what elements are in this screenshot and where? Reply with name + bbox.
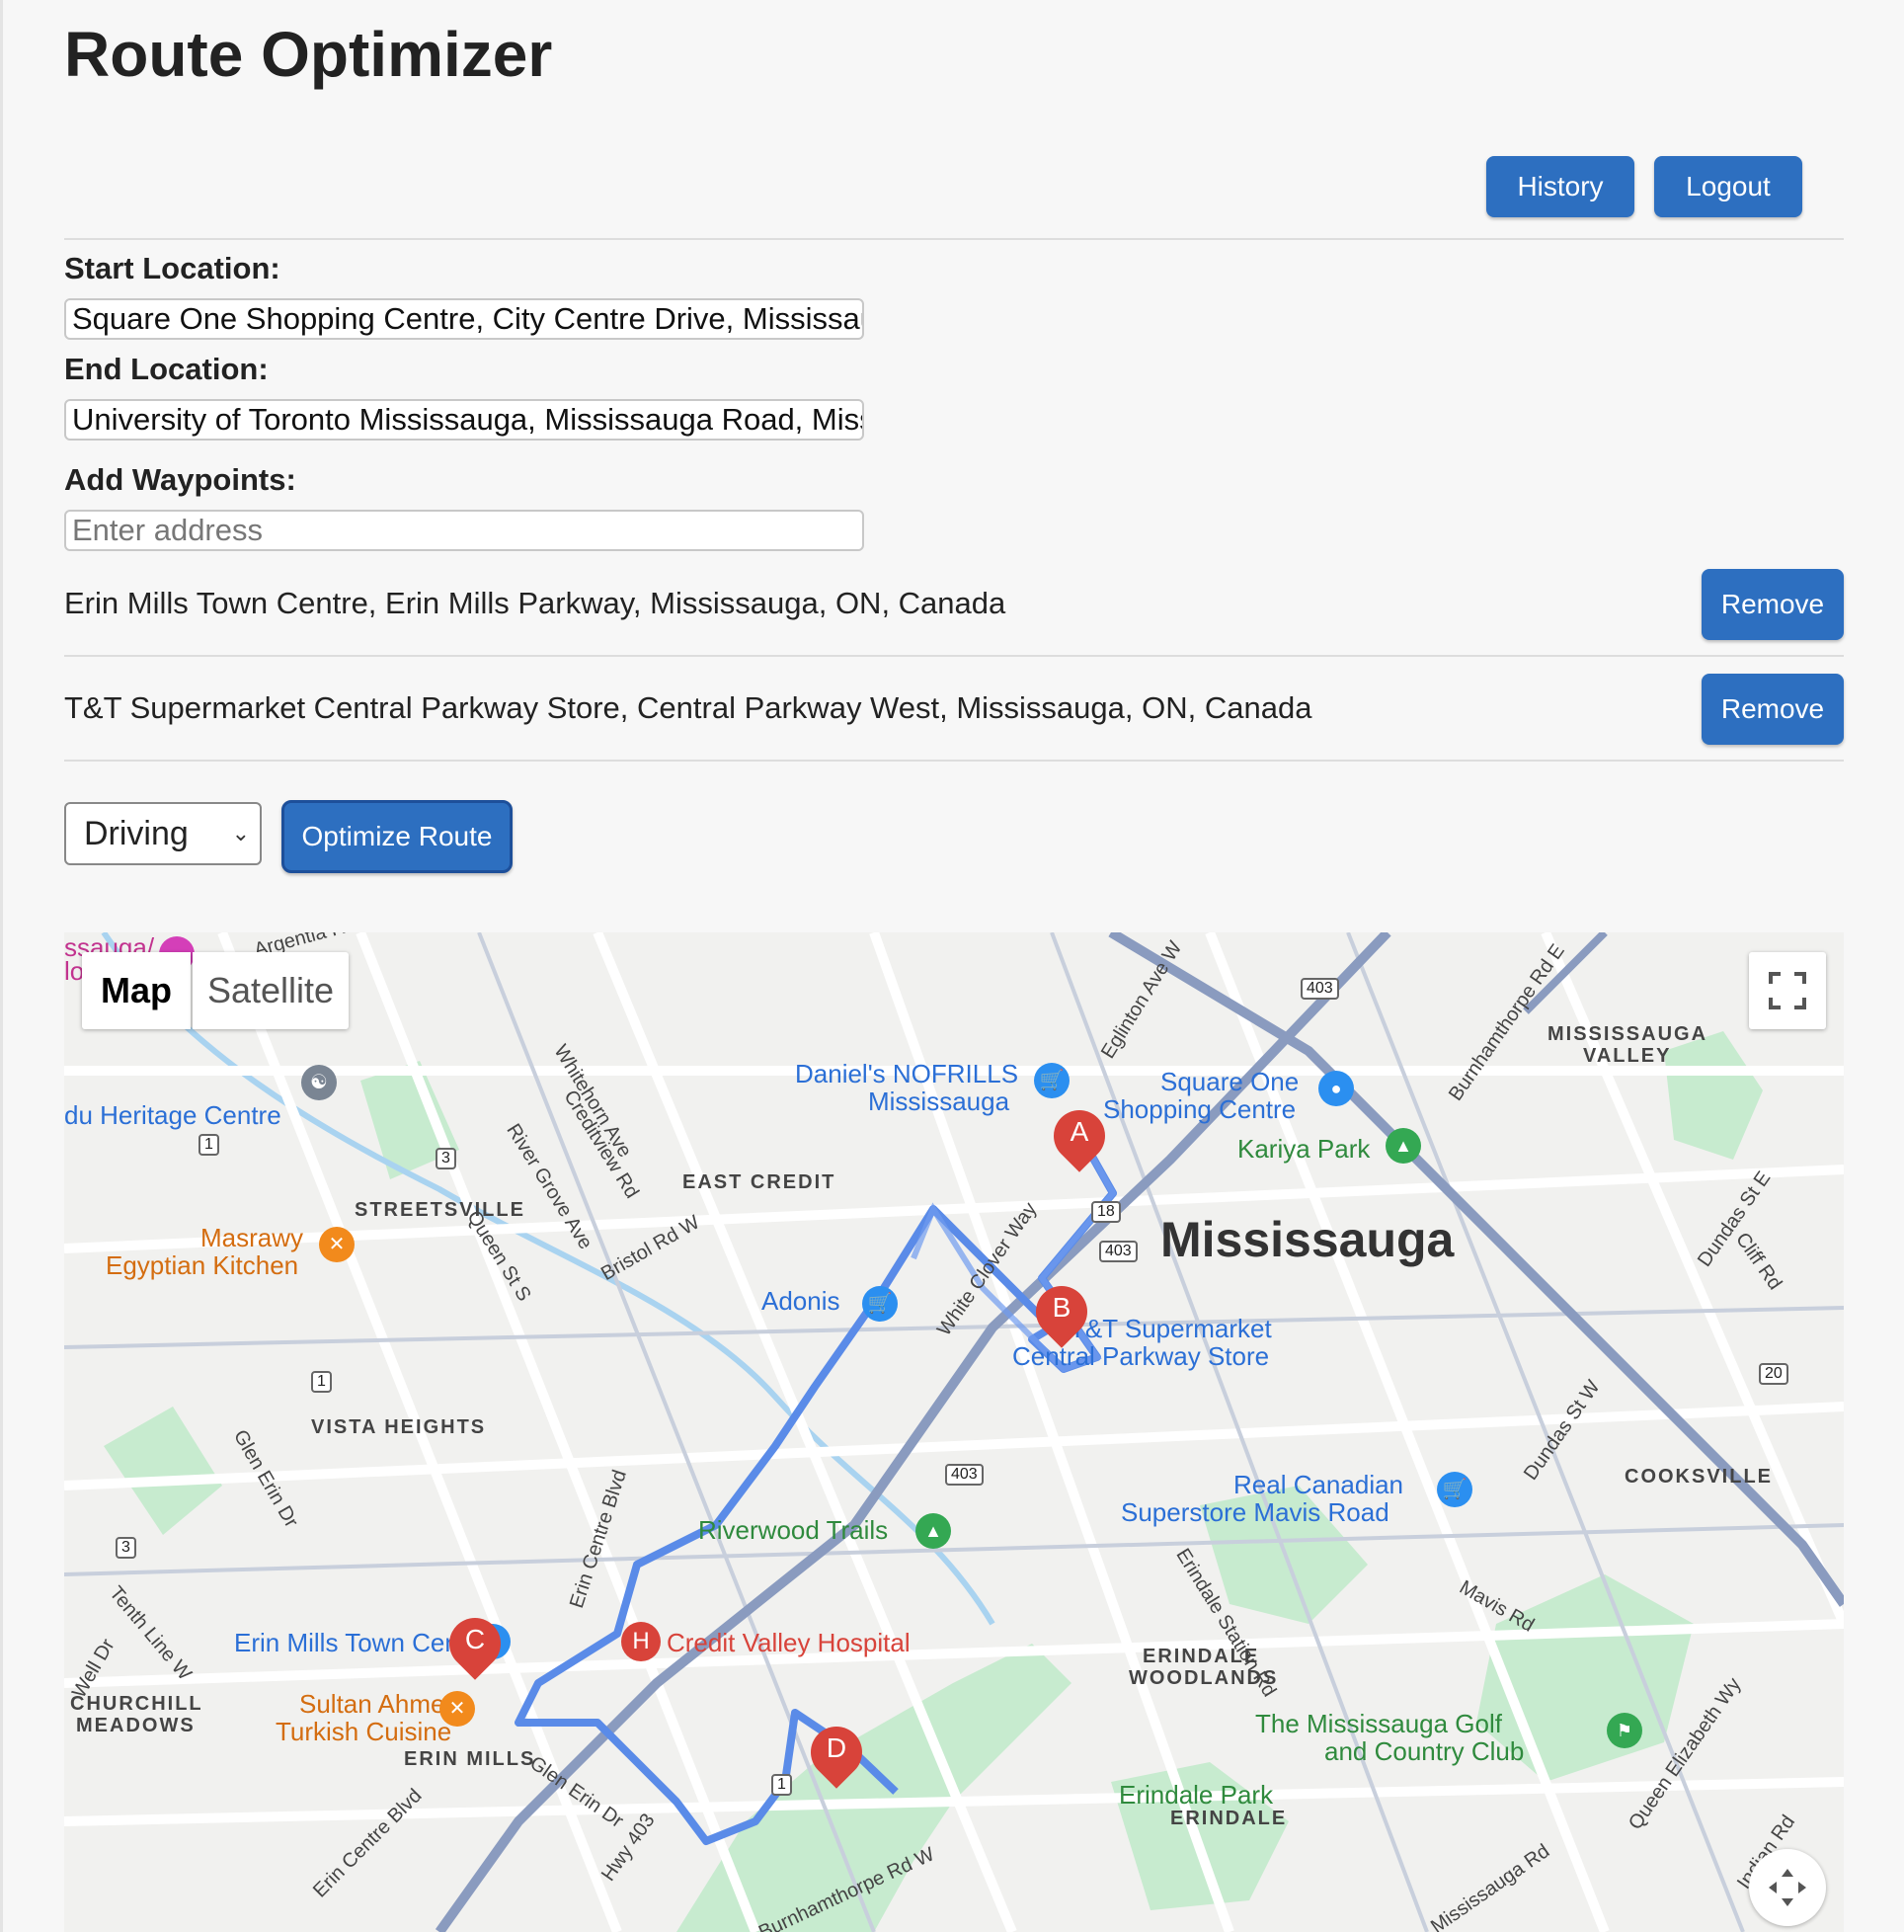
- golf-icon[interactable]: ⚑: [1607, 1713, 1642, 1748]
- fullscreen-button[interactable]: [1749, 952, 1826, 1029]
- shopping-cart-icon[interactable]: 🛒: [1034, 1063, 1070, 1098]
- recenter-icon: [1769, 1869, 1806, 1906]
- park-areas: [104, 1031, 1763, 1932]
- neighbourhood-label: MEADOWS: [76, 1715, 196, 1736]
- travel-mode-select[interactable]: Driving ⌄: [64, 802, 262, 865]
- optimize-route-button[interactable]: Optimize Route: [281, 800, 513, 873]
- travel-mode-value: Driving: [84, 815, 189, 852]
- highway-shield: 403: [1099, 1241, 1138, 1262]
- poi-label: Masrawy: [200, 1223, 304, 1252]
- start-location-label: Start Location:: [64, 251, 280, 285]
- shopping-cart-icon[interactable]: 🛒: [862, 1286, 898, 1322]
- hospital-icon[interactable]: H: [621, 1622, 661, 1661]
- waypoint-address: Erin Mills Town Centre, Erin Mills Parkw…: [64, 586, 1006, 620]
- poi-label: Kariya Park: [1237, 1134, 1371, 1164]
- chevron-down-icon: ⌄: [231, 821, 250, 845]
- poi-label: Egyptian Kitchen: [106, 1250, 299, 1280]
- highway-shield: 403: [1301, 978, 1339, 1000]
- marker-label: D: [826, 1732, 847, 1763]
- shopping-cart-icon[interactable]: 🛒: [1437, 1472, 1472, 1507]
- poi-label: Credit Valley Hospital: [667, 1628, 911, 1657]
- hiking-icon[interactable]: ▲: [915, 1513, 951, 1549]
- waypoint-address: T&T Supermarket Central Parkway Store, C…: [64, 690, 1312, 725]
- marker-label: B: [1052, 1292, 1071, 1323]
- temple-icon[interactable]: ☯: [301, 1065, 337, 1100]
- add-waypoints-label: Add Waypoints:: [64, 462, 296, 497]
- neighbourhood-label: VALLEY: [1583, 1045, 1672, 1067]
- poi-label: Superstore Mavis Road: [1121, 1497, 1389, 1527]
- highway-shield: 3: [116, 1537, 136, 1559]
- restaurant-icon[interactable]: ✕: [439, 1691, 475, 1727]
- shopping-bag-icon[interactable]: ●: [1318, 1071, 1354, 1106]
- recenter-button[interactable]: [1749, 1849, 1826, 1926]
- poi-label: du Heritage Centre: [64, 1100, 281, 1130]
- highway-shield: 1: [771, 1774, 792, 1796]
- poi-label: Turkish Cuisine: [276, 1717, 452, 1746]
- park-icon[interactable]: ▲: [1386, 1128, 1421, 1164]
- marker-label: A: [1070, 1116, 1089, 1147]
- restaurant-icon[interactable]: ✕: [319, 1227, 355, 1262]
- city-label: Mississauga: [1160, 1212, 1455, 1267]
- highway-shield: 1: [311, 1371, 332, 1393]
- fullscreen-icon: [1769, 972, 1806, 1009]
- highway-shield: 20: [1759, 1363, 1788, 1385]
- logout-button[interactable]: Logout: [1654, 156, 1802, 217]
- marker-label: C: [464, 1624, 486, 1654]
- neighbourhood-label: EAST CREDIT: [682, 1171, 836, 1193]
- remove-waypoint-button[interactable]: Remove: [1702, 569, 1844, 640]
- divider: [64, 238, 1844, 240]
- waypoint-input[interactable]: Enter address: [64, 510, 864, 551]
- neighbourhood-label: VISTA HEIGHTS: [311, 1416, 487, 1438]
- divider: [64, 760, 1844, 762]
- neighbourhood-label: COOKSVILLE: [1625, 1466, 1774, 1488]
- neighbourhood-label: MISSISSAUGA: [1547, 1023, 1708, 1045]
- neighbourhood-label: STREETSVILLE: [355, 1199, 525, 1221]
- remove-waypoint-button[interactable]: Remove: [1702, 674, 1844, 745]
- map-type-map-button[interactable]: Map: [82, 952, 191, 1029]
- end-location-label: End Location:: [64, 352, 269, 386]
- page-title: Route Optimizer: [64, 19, 553, 90]
- highway-shield: 1: [198, 1134, 219, 1156]
- map-type-satellite-button[interactable]: Satellite: [193, 952, 349, 1029]
- history-button[interactable]: History: [1486, 156, 1634, 217]
- poi-label: Daniel's NOFRILLS: [795, 1059, 1019, 1088]
- poi-label: and Country Club: [1324, 1736, 1525, 1766]
- route-map[interactable]: Mississauga STREETSVILLE EAST CREDIT VIS…: [64, 932, 1844, 1932]
- highway-shield: 3: [436, 1148, 456, 1169]
- poi-label: Mississauga: [868, 1087, 1010, 1116]
- poi-label: Real Canadian: [1233, 1470, 1404, 1499]
- neighbourhood-label: ERINDALE: [1170, 1808, 1288, 1829]
- poi-label: Square One: [1160, 1067, 1300, 1096]
- end-location-input[interactable]: University of Toronto Mississauga, Missi…: [64, 399, 864, 441]
- poi-label: Sultan Ahmet: [299, 1689, 452, 1719]
- page: Route Optimizer History Logout Start Loc…: [0, 0, 1904, 1932]
- divider: [64, 655, 1844, 657]
- highway-shield: 18: [1091, 1201, 1121, 1223]
- poi-label: Adonis: [761, 1286, 840, 1316]
- poi-label: T&T Supermarket: [1070, 1314, 1272, 1343]
- poi-label: Central Parkway Store: [1012, 1341, 1270, 1371]
- poi-label: Shopping Centre: [1103, 1094, 1297, 1124]
- poi-label: The Mississauga Golf: [1255, 1709, 1502, 1738]
- start-location-input[interactable]: Square One Shopping Centre, City Centre …: [64, 298, 864, 340]
- poi-label: Riverwood Trails: [698, 1515, 889, 1545]
- poi-label: Erindale Park: [1119, 1780, 1274, 1810]
- highway-shield: 403: [945, 1464, 984, 1486]
- neighbourhood-label: ERIN MILLS: [404, 1748, 536, 1770]
